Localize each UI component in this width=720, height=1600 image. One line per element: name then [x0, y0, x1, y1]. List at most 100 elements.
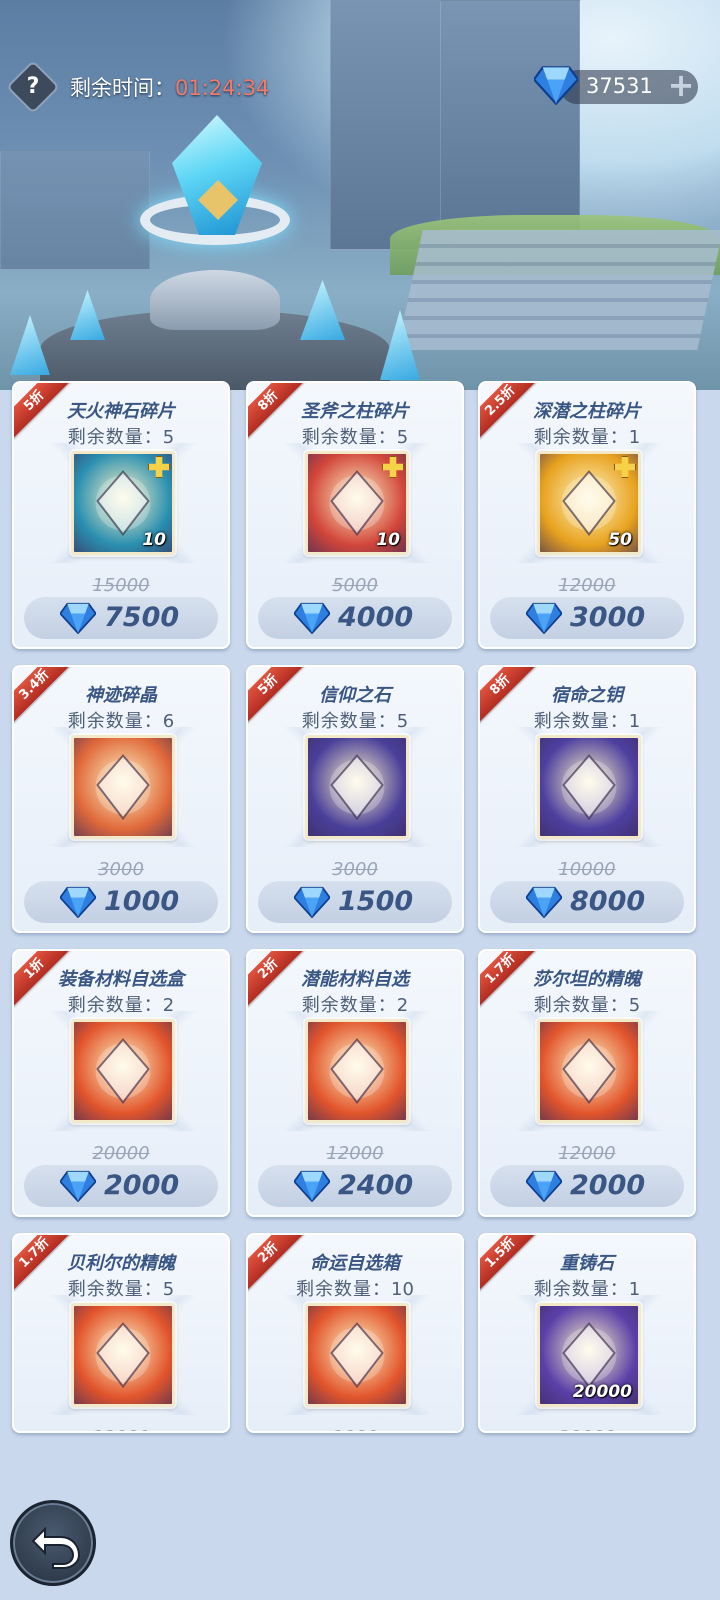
stock-label: 剩余数量：	[301, 427, 397, 448]
buy-button[interactable]: 2400	[258, 1165, 452, 1207]
stock-label: 剩余数量：	[533, 995, 629, 1016]
stock-label: 剩余数量：	[301, 711, 397, 732]
item-stock: 剩余数量：6	[14, 707, 228, 733]
item-art	[95, 754, 151, 820]
equipment-material-box-icon[interactable]	[71, 1019, 175, 1123]
item-stock: 剩余数量：1	[480, 707, 694, 733]
sale-price: 1500	[338, 886, 414, 917]
buy-button[interactable]: 2000	[24, 1165, 218, 1207]
original-price: 15000	[92, 575, 150, 596]
sale-price: 2400	[338, 1170, 414, 1201]
buy-button[interactable]: 4000	[258, 597, 452, 639]
item-art	[561, 754, 617, 820]
stock-count: 5	[162, 427, 175, 448]
shop-item-card[interactable]: 2折 命运自选箱 剩余数量：10 1000	[246, 1233, 464, 1433]
reforge-stone-icon[interactable]: 20000	[537, 1303, 641, 1407]
diamond-gem-icon	[526, 886, 562, 918]
stock-count: 2	[162, 995, 175, 1016]
item-quantity: 50	[608, 530, 632, 550]
stock-count: 5	[162, 1279, 175, 1300]
sale-price: 8000	[570, 886, 646, 917]
item-stock: 剩余数量：5	[14, 1275, 228, 1301]
stock-count: 5	[396, 711, 409, 732]
buy-button[interactable]: 2000	[490, 1165, 684, 1207]
item-stock: 剩余数量：5	[480, 991, 694, 1017]
back-button[interactable]	[10, 1500, 96, 1586]
item-art	[329, 1038, 385, 1104]
shop-item-card[interactable]: 1.7折 莎尔坦的精魄 剩余数量：5 12000 2000	[478, 949, 696, 1217]
miracle-crystal-icon[interactable]	[71, 735, 175, 839]
stock-label: 剩余数量：	[533, 711, 629, 732]
item-stock: 剩余数量：2	[14, 991, 228, 1017]
item-stock: 剩余数量：1	[480, 423, 694, 449]
shop-item-card[interactable]: 2折 潜能材料自选 剩余数量：2 12000 2400	[246, 949, 464, 1217]
original-price: 20000	[92, 1143, 150, 1164]
shop-item-card[interactable]: 8折 宿命之钥 剩余数量：1 10000 8000	[478, 665, 696, 933]
buy-button[interactable]: 8000	[490, 881, 684, 923]
item-stock: 剩余数量：2	[248, 991, 462, 1017]
remaining-time-value: 01:24:34	[175, 76, 270, 100]
diamond-gem-icon	[294, 886, 330, 918]
item-stock: 剩余数量：5	[248, 423, 462, 449]
fate-selection-chest-icon[interactable]	[305, 1303, 409, 1407]
stock-label: 剩余数量：	[67, 711, 163, 732]
potential-material-chest-icon[interactable]	[305, 1019, 409, 1123]
shop-item-card[interactable]: 3.4折 神迹碎晶 剩余数量：6 3000 1000	[12, 665, 230, 933]
stock-count: 6	[162, 711, 175, 732]
original-price: 3000	[98, 859, 144, 880]
stock-count: 5	[628, 995, 641, 1016]
item-art	[329, 754, 385, 820]
deep-dive-pillar-shard-icon[interactable]: 50	[537, 451, 641, 555]
ruin-wall	[330, 0, 450, 250]
question-icon[interactable]: ?	[14, 68, 52, 106]
destiny-key-icon[interactable]	[537, 735, 641, 839]
buy-button[interactable]: 1500	[258, 881, 452, 923]
sale-price: 7500	[104, 602, 180, 633]
item-name: 圣斧之柱碎片	[301, 401, 409, 422]
original-price: 3000	[332, 859, 378, 880]
buy-button[interactable]: 1000	[24, 881, 218, 923]
diamond-gem-icon	[526, 1170, 562, 1202]
buy-button[interactable]: 3000	[490, 597, 684, 639]
stock-count: 5	[396, 427, 409, 448]
event-banner: ? 剩余时间：01:24:34 37531 +	[0, 0, 720, 390]
stock-label: 剩余数量：	[67, 427, 163, 448]
item-name: 潜能材料自选	[301, 969, 409, 990]
shop-item-card[interactable]: 5折 天火神石碎片 剩余数量：5 10 15000 7500	[12, 381, 230, 649]
holy-axe-pillar-shard-icon[interactable]: 10	[305, 451, 409, 555]
faith-stone-icon[interactable]	[305, 735, 409, 839]
diamond-gem-icon	[60, 602, 96, 634]
add-currency-button[interactable]: +	[666, 69, 696, 101]
item-name: 贝利尔的精魄	[67, 1253, 175, 1274]
diamond-gem-icon	[60, 1170, 96, 1202]
shop-item-card[interactable]: 1折 装备材料自选盒 剩余数量：2 20000 2000	[12, 949, 230, 1217]
crystal-shard-icon	[300, 280, 345, 340]
fire-stone-shard-icon[interactable]: 10	[71, 451, 175, 555]
item-name: 神迹碎晶	[85, 685, 157, 706]
item-art	[329, 1322, 385, 1388]
shop-item-card[interactable]: 5折 信仰之石 剩余数量：5 3000 1500	[246, 665, 464, 933]
sale-price: 3000	[570, 602, 646, 633]
item-stock: 剩余数量：5	[248, 707, 462, 733]
stock-count: 10	[391, 1279, 414, 1300]
sartan-soul-orb-icon[interactable]	[537, 1019, 641, 1123]
original-price: 20000	[480, 1427, 694, 1431]
stock-label: 剩余数量：	[67, 1279, 163, 1300]
shop-item-card[interactable]: 1.5折 重铸石 剩余数量：1 20000 20000	[478, 1233, 696, 1433]
shop-item-card[interactable]: 2.5折 深潜之柱碎片 剩余数量：1 50 12000 3000	[478, 381, 696, 649]
item-stock: 剩余数量：10	[248, 1275, 462, 1301]
item-quantity: 10	[142, 530, 166, 550]
shop-item-card[interactable]: 8折 圣斧之柱碎片 剩余数量：5 10 5000 4000	[246, 381, 464, 649]
item-stock: 剩余数量：1	[480, 1275, 694, 1301]
buy-button[interactable]: 7500	[24, 597, 218, 639]
remaining-time-label: 剩余时间：	[70, 76, 175, 100]
stock-count: 1	[628, 711, 641, 732]
item-name: 命运自选箱	[310, 1253, 400, 1274]
currency-value: 37531	[586, 74, 653, 98]
belial-soul-orb-icon[interactable]	[71, 1303, 175, 1407]
shop-item-card[interactable]: 1.7折 贝利尔的精魄 剩余数量：5 12000	[12, 1233, 230, 1433]
sale-price: 1000	[104, 886, 180, 917]
ruin-wall	[440, 0, 580, 230]
item-quantity: 10	[376, 530, 400, 550]
item-name: 天火神石碎片	[67, 401, 175, 422]
